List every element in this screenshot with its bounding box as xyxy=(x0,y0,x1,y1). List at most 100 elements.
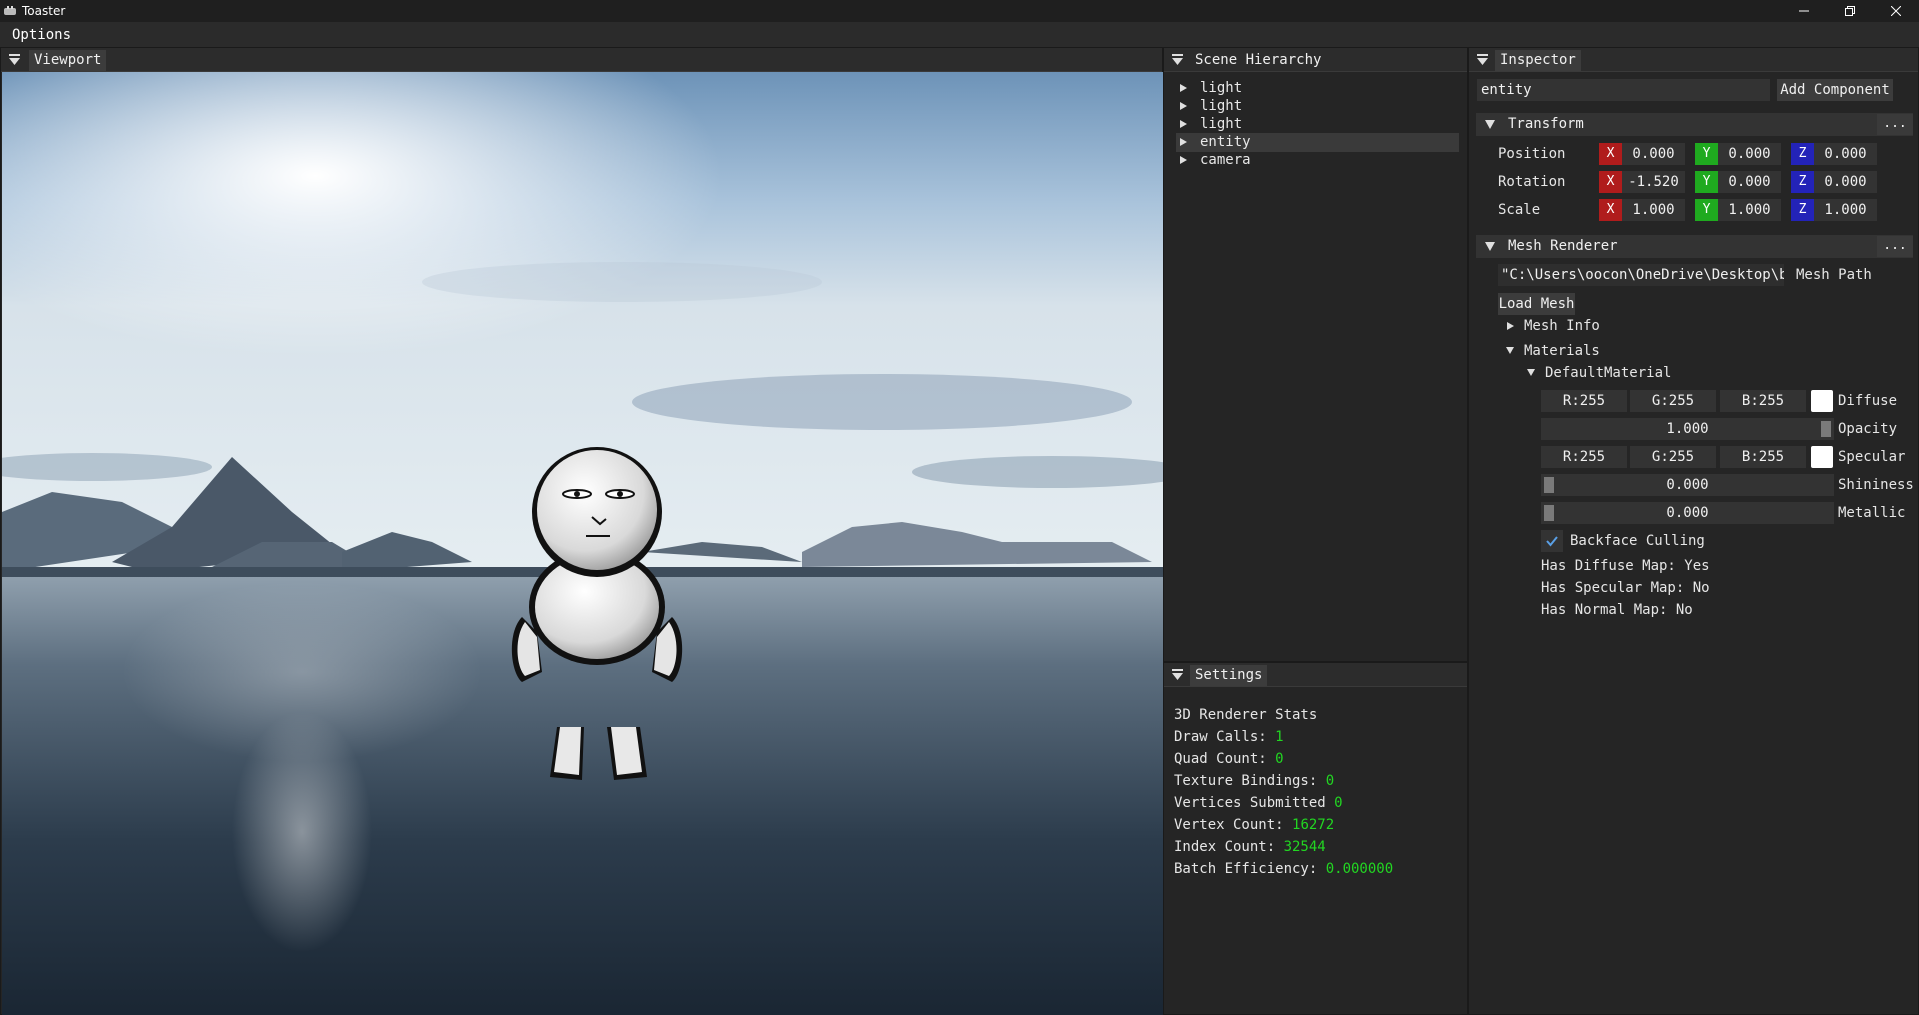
expand-arrow-icon[interactable] xyxy=(1180,138,1187,146)
stat-batch-efficiency: Batch Efficiency: 0.000000 xyxy=(1174,861,1393,877)
stat-value: 16272 xyxy=(1292,817,1335,833)
rotation-y-field[interactable]: 0.000 xyxy=(1718,171,1781,193)
tree-item-light[interactable]: light xyxy=(1176,79,1459,98)
diffuse-b-field[interactable]: B:255 xyxy=(1720,390,1806,412)
tree-item-camera[interactable]: camera xyxy=(1176,151,1459,170)
stat-label: Index Count: xyxy=(1174,839,1284,855)
stat-label: Quad Count: xyxy=(1174,751,1276,767)
materials-node[interactable]: Materials xyxy=(1524,343,1600,359)
metallic-slider[interactable]: 0.000 xyxy=(1541,502,1834,524)
tree-item-light[interactable]: light xyxy=(1176,97,1459,116)
metallic-slider-grab[interactable] xyxy=(1544,505,1554,521)
stat-draw-calls: Draw Calls: 1 xyxy=(1174,729,1284,745)
diffuse-color-swatch[interactable] xyxy=(1811,390,1833,412)
mesh-renderer-header[interactable]: Mesh Renderer ... xyxy=(1476,235,1913,258)
viewport-scene[interactable] xyxy=(2,72,1163,1015)
scale-x-field[interactable]: 1.000 xyxy=(1622,199,1685,221)
collapse-arrow-icon[interactable] xyxy=(1506,347,1514,354)
position-x-field[interactable]: 0.000 xyxy=(1622,143,1685,165)
stat-vertex-count: Vertex Count: 16272 xyxy=(1174,817,1334,833)
load-mesh-button[interactable]: Load Mesh xyxy=(1498,293,1575,315)
rotation-x-field[interactable]: -1.520 xyxy=(1622,171,1685,193)
restore-button[interactable] xyxy=(1827,0,1873,22)
mesh-path-label: Mesh Path xyxy=(1796,267,1872,283)
mesh-path-input[interactable]: "C:\Users\oocon\OneDrive\Desktop\blender… xyxy=(1498,264,1784,286)
tab-inspector[interactable]: Inspector xyxy=(1495,50,1581,71)
stat-value: 0 xyxy=(1275,751,1284,767)
scale-y-field[interactable]: 1.000 xyxy=(1718,199,1781,221)
rotation-y-button[interactable]: Y xyxy=(1695,171,1718,193)
mesh-renderer-more-button[interactable]: ... xyxy=(1877,236,1913,257)
window-menu-icon[interactable] xyxy=(9,54,20,65)
window-menu-icon[interactable] xyxy=(1172,669,1183,680)
entity-name-input[interactable]: entity xyxy=(1477,79,1770,101)
position-y-field[interactable]: 0.000 xyxy=(1718,143,1781,165)
opacity-slider-grab[interactable] xyxy=(1821,421,1831,437)
has-specular-map-text: Has Specular Map: No xyxy=(1541,580,1710,596)
rotation-z-button[interactable]: Z xyxy=(1791,171,1814,193)
tab-settings[interactable]: Settings xyxy=(1190,665,1268,686)
collapse-arrow-icon xyxy=(1485,120,1495,129)
rotation-x-button[interactable]: X xyxy=(1599,171,1622,193)
scale-y-button[interactable]: Y xyxy=(1695,199,1718,221)
tree-item-label: light xyxy=(1200,98,1243,114)
opacity-label: Opacity xyxy=(1838,421,1898,437)
shininess-label: Shininess xyxy=(1838,477,1914,493)
shininess-slider-grab[interactable] xyxy=(1544,477,1554,493)
window-menu-icon[interactable] xyxy=(1477,54,1488,65)
scale-x-button[interactable]: X xyxy=(1599,199,1622,221)
diffuse-label: Diffuse xyxy=(1838,393,1898,409)
collapse-arrow-icon[interactable] xyxy=(1527,369,1535,376)
expand-arrow-icon[interactable] xyxy=(1507,322,1514,330)
default-material-node[interactable]: DefaultMaterial xyxy=(1545,365,1671,381)
renderer-stats-heading: 3D Renderer Stats xyxy=(1174,707,1318,723)
add-component-button[interactable]: Add Component xyxy=(1777,79,1893,101)
close-button[interactable] xyxy=(1873,0,1919,22)
viewport-header: Viewport xyxy=(1,48,1162,72)
position-z-field[interactable]: 0.000 xyxy=(1814,143,1877,165)
tree-item-label: camera xyxy=(1200,152,1251,168)
stat-value: 1 xyxy=(1275,729,1284,745)
rotation-z-field[interactable]: 0.000 xyxy=(1814,171,1877,193)
position-label: Position xyxy=(1498,146,1566,162)
stat-texture-bindings: Texture Bindings: 0 xyxy=(1174,773,1334,789)
opacity-slider[interactable]: 1.000 xyxy=(1541,418,1834,440)
toaster-app-icon xyxy=(4,6,16,15)
window-menu-icon[interactable] xyxy=(1172,54,1183,65)
menu-options[interactable]: Options xyxy=(12,27,71,43)
expand-arrow-icon[interactable] xyxy=(1180,84,1187,92)
scale-z-field[interactable]: 1.000 xyxy=(1814,199,1877,221)
position-y-button[interactable]: Y xyxy=(1695,143,1718,165)
tree-item-light[interactable]: light xyxy=(1176,115,1459,134)
specular-color-swatch[interactable] xyxy=(1811,446,1833,468)
specular-g-field[interactable]: G:255 xyxy=(1630,446,1716,468)
diffuse-g-field[interactable]: G:255 xyxy=(1630,390,1716,412)
transform-more-button[interactable]: ... xyxy=(1877,114,1913,135)
title-bar: Toaster xyxy=(0,0,1919,22)
shininess-slider[interactable]: 0.000 xyxy=(1541,474,1834,496)
expand-arrow-icon[interactable] xyxy=(1180,156,1187,164)
stat-index-count: Index Count: 32544 xyxy=(1174,839,1326,855)
specular-r-field[interactable]: R:255 xyxy=(1541,446,1627,468)
tree-item-label: light xyxy=(1200,80,1243,96)
transform-header[interactable]: Transform ... xyxy=(1476,113,1913,136)
viewport-panel: Viewport xyxy=(0,47,1163,1015)
tab-scene-hierarchy[interactable]: Scene Hierarchy xyxy=(1190,50,1326,71)
expand-arrow-icon[interactable] xyxy=(1180,120,1187,128)
minimize-button[interactable] xyxy=(1781,0,1827,22)
collapse-arrow-icon xyxy=(1485,242,1495,251)
backface-culling-checkbox[interactable] xyxy=(1541,530,1563,552)
tree-item-label: light xyxy=(1200,116,1243,132)
settings-header: Settings xyxy=(1164,663,1467,687)
mesh-info-node[interactable]: Mesh Info xyxy=(1524,318,1600,334)
diffuse-r-field[interactable]: R:255 xyxy=(1541,390,1627,412)
tree-item-entity[interactable]: entity xyxy=(1176,133,1459,152)
position-z-button[interactable]: Z xyxy=(1791,143,1814,165)
stat-vertices-submitted: Vertices Submitted 0 xyxy=(1174,795,1343,811)
scale-z-button[interactable]: Z xyxy=(1791,199,1814,221)
tab-viewport[interactable]: Viewport xyxy=(29,50,107,71)
expand-arrow-icon[interactable] xyxy=(1180,102,1187,110)
specular-b-field[interactable]: B:255 xyxy=(1720,446,1806,468)
mesh-renderer-title: Mesh Renderer xyxy=(1508,238,1618,254)
position-x-button[interactable]: X xyxy=(1599,143,1622,165)
